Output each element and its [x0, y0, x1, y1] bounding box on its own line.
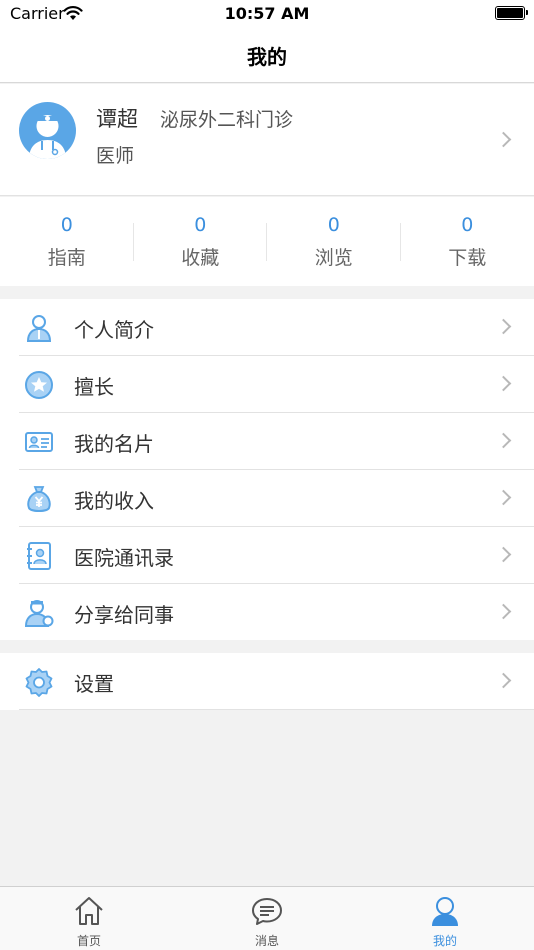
menu-label: 医院通讯录 [74, 546, 174, 570]
menu-list: 个人简介 擅长 我的名片 我的收入 医院通讯录 分享给同事 [0, 299, 534, 640]
stat-value: 0 [327, 214, 340, 236]
tab-label: 我的 [432, 934, 457, 948]
menu-item-business-card[interactable]: 我的名片 [0, 413, 534, 470]
chevron-right-icon [495, 131, 512, 148]
chevron-right-icon [495, 318, 512, 335]
divider [19, 709, 534, 710]
home-icon [75, 897, 103, 925]
menu-item-expertise[interactable]: 擅长 [0, 356, 534, 413]
stat-label: 收藏 [181, 247, 220, 269]
stat-value: 0 [194, 214, 207, 236]
doctor-avatar-icon [29, 115, 66, 159]
stat-browse[interactable]: 0 浏览 [267, 197, 401, 286]
chevron-right-icon [495, 546, 512, 563]
stats-row: 0 指南 0 收藏 0 浏览 0 下载 [0, 197, 534, 286]
business-card-icon [25, 432, 53, 452]
address-book-icon [27, 542, 51, 570]
money-bag-icon [27, 486, 51, 512]
menu-label: 分享给同事 [74, 603, 174, 627]
nav-bar: 我的 [0, 28, 534, 83]
chevron-right-icon [495, 672, 512, 689]
stat-label: 下载 [448, 247, 487, 269]
tab-label: 消息 [254, 934, 279, 948]
stat-guide[interactable]: 0 指南 [0, 197, 134, 286]
menu-label: 擅长 [74, 375, 114, 399]
clock: 10:57 AM [224, 4, 310, 23]
tab-label: 首页 [76, 934, 101, 948]
battery-icon [495, 6, 528, 20]
tab-profile[interactable]: 我的 [356, 887, 534, 950]
menu-label: 设置 [74, 672, 114, 696]
stat-label: 指南 [47, 247, 86, 269]
tab-bar: 首页 消息 我的 [0, 886, 534, 950]
page-title: 我的 [247, 45, 287, 69]
chevron-right-icon [495, 489, 512, 506]
person-icon [26, 315, 52, 342]
gear-icon [25, 668, 53, 697]
doctor-share-icon [24, 600, 54, 627]
chevron-right-icon [495, 603, 512, 620]
star-badge-icon [25, 371, 53, 399]
menu-label: 我的名片 [74, 432, 154, 456]
user-department: 泌尿外二科门诊 [160, 109, 294, 131]
tab-home[interactable]: 首页 [0, 887, 178, 950]
menu-item-share[interactable]: 分享给同事 [0, 584, 534, 641]
profile-icon [432, 897, 458, 926]
status-bar: Carrier 10:57 AM [0, 0, 534, 28]
menu-label: 个人简介 [74, 318, 154, 342]
stat-value: 0 [60, 214, 73, 236]
menu-item-income[interactable]: 我的收入 [0, 470, 534, 527]
menu-item-profile[interactable]: 个人简介 [0, 299, 534, 356]
menu-item-settings[interactable]: 设置 [0, 653, 534, 710]
stat-download[interactable]: 0 下载 [401, 197, 534, 286]
chevron-right-icon [495, 375, 512, 392]
user-title: 医师 [96, 145, 135, 167]
menu-label: 我的收入 [74, 489, 154, 513]
avatar [19, 102, 76, 159]
chevron-right-icon [495, 432, 512, 449]
settings-group: 设置 [0, 653, 534, 710]
stat-favorites[interactable]: 0 收藏 [134, 197, 267, 286]
message-icon [252, 898, 282, 925]
menu-item-address-book[interactable]: 医院通讯录 [0, 527, 534, 584]
user-name: 谭超 [96, 107, 138, 131]
profile-card[interactable]: 谭超 泌尿外二科门诊 医师 [0, 84, 534, 196]
stat-label: 浏览 [314, 247, 353, 269]
stat-value: 0 [461, 214, 474, 236]
tab-messages[interactable]: 消息 [178, 887, 356, 950]
